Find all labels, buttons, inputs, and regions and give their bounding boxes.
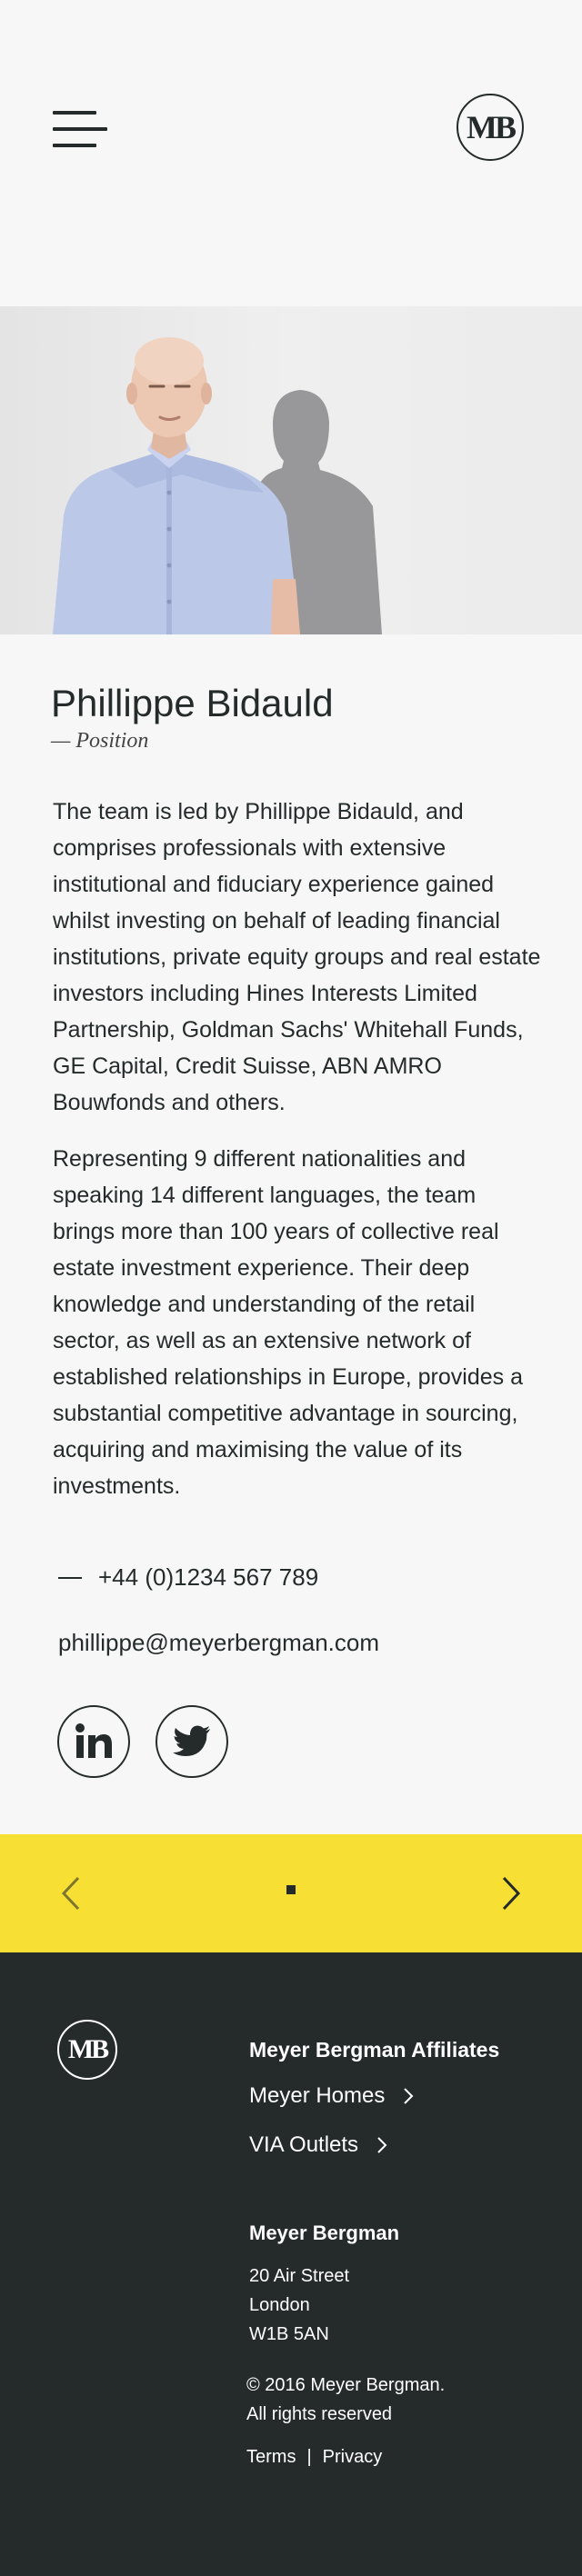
person-name: Phillippe Bidauld <box>51 682 334 724</box>
logo-text: MB <box>467 109 517 145</box>
chevron-right-icon <box>404 2088 414 2104</box>
bio: The team is led by Phillippe Bidauld, an… <box>53 794 544 1504</box>
email-link[interactable]: phillippe@meyerbergman.com <box>58 1629 379 1657</box>
logo[interactable]: MB <box>457 94 524 161</box>
menu-line <box>53 111 96 115</box>
legal-links: Terms | Privacy <box>246 2447 382 2468</box>
chevron-right-icon <box>377 2137 387 2153</box>
twitter-button[interactable] <box>156 1705 228 1778</box>
legal-separator: | <box>306 2447 312 2467</box>
copyright-line: All rights reserved <box>246 2404 393 2424</box>
dash-divider <box>58 1576 82 1579</box>
profile-heading: Phillippe Bidauld — Position <box>51 680 542 754</box>
profile-photo <box>0 306 582 634</box>
terms-link[interactable]: Terms <box>246 2447 296 2468</box>
copyright-line: © 2016 Meyer Bergman. <box>246 2375 446 2395</box>
logo-text: MB <box>67 2034 109 2064</box>
privacy-link[interactable]: Privacy <box>323 2447 383 2468</box>
bio-paragraph: The team is led by Phillippe Bidauld, an… <box>53 799 541 1115</box>
affiliate-link-meyer-homes[interactable]: Meyer Homes <box>249 2083 414 2109</box>
portrait-illustration <box>53 337 382 634</box>
affiliate-label: VIA Outlets <box>249 2132 359 2157</box>
linkedin-icon <box>75 1723 112 1758</box>
hamburger-menu-icon[interactable] <box>53 111 107 149</box>
phone-text: +44 (0)1234 567 789 <box>98 1563 319 1591</box>
phone-number[interactable]: +44 (0)1234 567 789 <box>58 1563 318 1592</box>
next-button[interactable] <box>493 1869 529 1918</box>
address-line: 20 Air Street <box>249 2266 350 2286</box>
twitter-icon <box>173 1725 210 1756</box>
menu-line <box>53 144 96 147</box>
menu-line <box>53 127 107 131</box>
bio-paragraph: Representing 9 different nationalities a… <box>53 1146 523 1499</box>
chevron-right-icon <box>502 1876 521 1911</box>
affiliates-heading: Meyer Bergman Affiliates <box>249 2038 500 2062</box>
footer-logo[interactable]: MB <box>57 2020 117 2080</box>
company-heading: Meyer Bergman <box>249 2222 400 2244</box>
site-footer: MB Meyer Bergman Affiliates Meyer Homes … <box>0 1952 582 2576</box>
site-header: MB <box>0 0 582 306</box>
slide-indicator[interactable] <box>286 1885 296 1894</box>
address-line: W1B 5AN <box>249 2324 329 2344</box>
chevron-left-icon <box>61 1876 80 1911</box>
previous-button[interactable] <box>53 1869 89 1918</box>
affiliate-link-via-outlets[interactable]: VIA Outlets <box>249 2132 387 2158</box>
linkedin-button[interactable] <box>57 1705 130 1778</box>
address-line: London <box>249 2295 310 2315</box>
copyright: © 2016 Meyer Bergman. All rights reserve… <box>246 2371 445 2429</box>
affiliate-label: Meyer Homes <box>249 2083 386 2108</box>
company-address: 20 Air Street London W1B 5AN <box>249 2261 349 2349</box>
person-position: — Position <box>51 729 149 753</box>
